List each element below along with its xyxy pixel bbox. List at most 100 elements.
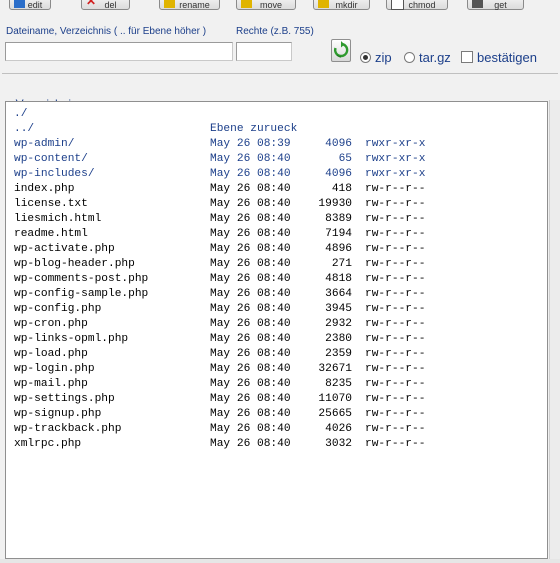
file-name[interactable]: wp-signup.php	[14, 408, 101, 420]
filename-label: Dateiname, Verzeichnis ( .. für Ebene hö…	[6, 26, 207, 37]
divider	[2, 73, 558, 74]
file-date: May 26 08:40	[210, 213, 291, 225]
filename-input[interactable]	[5, 42, 233, 61]
file-name[interactable]: ../	[14, 123, 34, 135]
file-size: 4026	[325, 423, 352, 435]
file-name[interactable]: wp-login.php	[14, 363, 95, 375]
file-permissions: rw-r--r--	[365, 408, 426, 420]
file-size: 4896	[325, 243, 352, 255]
targz-radio[interactable]	[404, 52, 415, 63]
file-permissions: rw-r--r--	[365, 333, 426, 345]
file-date: May 26 08:40	[210, 258, 291, 270]
move-button[interactable]: move	[236, 0, 296, 10]
file-size: 4096	[325, 138, 352, 150]
rights-input[interactable]	[236, 42, 292, 61]
file-name[interactable]: wp-links-opml.php	[14, 333, 128, 345]
file-name[interactable]: wp-settings.php	[14, 393, 115, 405]
file-name[interactable]: wp-mail.php	[14, 378, 88, 390]
file-date: May 26 08:40	[210, 348, 291, 360]
file-name[interactable]: wp-cron.php	[14, 318, 88, 330]
file-size: 2359	[325, 348, 352, 360]
delete-button[interactable]: ✕ del	[81, 0, 130, 10]
file-name[interactable]: wp-comments-post.php	[14, 273, 148, 285]
file-date: May 26 08:40	[210, 273, 291, 285]
file-name[interactable]: wp-trackback.php	[14, 423, 121, 435]
file-size: 11070	[318, 393, 352, 405]
file-permissions: rw-r--r--	[365, 213, 426, 225]
file-date: May 26 08:40	[210, 378, 291, 390]
confirm-checkbox[interactable]	[461, 51, 473, 63]
file-permissions: rw-r--r--	[365, 378, 426, 390]
file-name[interactable]: ./	[14, 108, 27, 120]
file-name[interactable]: wp-load.php	[14, 348, 88, 360]
file-permissions: rw-r--r--	[365, 363, 426, 375]
file-permissions: rw-r--r--	[365, 273, 426, 285]
file-date: May 26 08:40	[210, 393, 291, 405]
file-size: 7194	[325, 228, 352, 240]
file-name[interactable]: wp-activate.php	[14, 243, 115, 255]
file-date: May 26 08:40	[210, 153, 291, 165]
file-permissions: rw-r--r--	[365, 318, 426, 330]
file-permissions: rw-r--r--	[365, 198, 426, 210]
file-size: 32671	[318, 363, 352, 375]
file-size: 2380	[325, 333, 352, 345]
file-name[interactable]: index.php	[14, 183, 74, 195]
horizontal-scrollbar[interactable]	[0, 559, 560, 563]
file-name[interactable]: license.txt	[14, 198, 88, 210]
file-size: 3664	[325, 288, 352, 300]
file-name[interactable]: liesmich.html	[14, 213, 101, 225]
file-size: 4096	[325, 168, 352, 180]
get-button[interactable]: get	[467, 0, 524, 10]
file-date: Ebene zurueck	[210, 123, 298, 135]
edit-button[interactable]: edit	[9, 0, 51, 10]
mkdir-button[interactable]: mkdir	[313, 0, 370, 10]
file-size: 3032	[325, 438, 352, 450]
file-date: May 26 08:40	[210, 423, 291, 435]
file-permissions: rw-r--r--	[365, 288, 426, 300]
file-name[interactable]: wp-includes/	[14, 168, 95, 180]
file-permissions: rwxr-xr-x	[365, 153, 426, 165]
file-permissions: rw-r--r--	[365, 423, 426, 435]
file-size: 2932	[325, 318, 352, 330]
file-date: May 26 08:40	[210, 303, 291, 315]
file-size: 25665	[318, 408, 352, 420]
file-date: May 26 08:40	[210, 408, 291, 420]
file-size: 4818	[325, 273, 352, 285]
zip-radio[interactable]	[360, 52, 371, 63]
file-size: 8389	[325, 213, 352, 225]
file-size: 19930	[318, 198, 352, 210]
file-permissions: rw-r--r--	[365, 438, 426, 450]
file-permissions: rw-r--r--	[365, 183, 426, 195]
refresh-icon	[333, 41, 349, 58]
file-name[interactable]: wp-content/	[14, 153, 88, 165]
targz-label: tar.gz	[419, 50, 451, 65]
file-name[interactable]: xmlrpc.php	[14, 438, 81, 450]
refresh-button[interactable]	[331, 39, 351, 62]
file-permissions: rw-r--r--	[365, 393, 426, 405]
file-size: 3945	[325, 303, 352, 315]
file-size: 8235	[325, 378, 352, 390]
file-permissions: rw-r--r--	[365, 303, 426, 315]
vertical-scrollbar[interactable]	[549, 100, 560, 563]
chmod-button[interactable]: chmod	[386, 0, 448, 10]
file-name[interactable]: wp-blog-header.php	[14, 258, 135, 270]
file-date: May 26 08:40	[210, 198, 291, 210]
file-date: May 26 08:40	[210, 288, 291, 300]
file-name[interactable]: wp-admin/	[14, 138, 74, 150]
confirm-label: bestätigen	[477, 50, 537, 65]
get-icon	[472, 0, 483, 8]
file-date: May 26 08:40	[210, 168, 291, 180]
file-name[interactable]: wp-config.php	[14, 303, 101, 315]
rename-button[interactable]: rename	[159, 0, 220, 10]
file-name[interactable]: readme.html	[14, 228, 88, 240]
file-date: May 26 08:40	[210, 438, 291, 450]
file-date: May 26 08:40	[210, 333, 291, 345]
toolbar: edit ✕ del rename move mkdir chmod get	[0, 0, 560, 13]
file-permissions: rw-r--r--	[365, 228, 426, 240]
file-permissions: rwxr-xr-x	[365, 138, 426, 150]
file-permissions: rwxr-xr-x	[365, 168, 426, 180]
file-date: May 26 08:40	[210, 243, 291, 255]
file-name[interactable]: wp-config-sample.php	[14, 288, 148, 300]
file-date: May 26 08:40	[210, 228, 291, 240]
file-listing: ./ ../ Ebene zurueck wp-admin/May 26 08:39 4…	[5, 101, 548, 559]
